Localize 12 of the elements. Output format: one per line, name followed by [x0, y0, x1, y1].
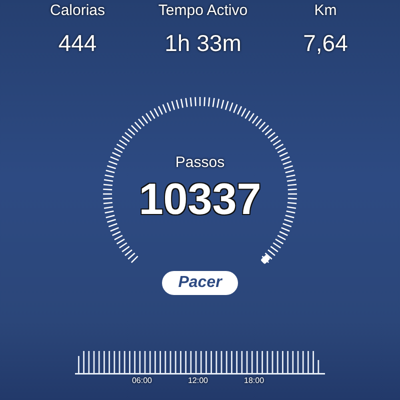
time-label: 06:00 — [132, 376, 152, 386]
stat-value: 1h 33m — [164, 29, 242, 57]
time-label: 12:00 — [188, 376, 208, 386]
stat-label: Km — [314, 2, 337, 20]
stat-label: Tempo Activo — [158, 2, 248, 20]
logo: Pacer — [162, 271, 238, 295]
stat-value: 444 — [58, 29, 97, 57]
stat-value: 7,64 — [303, 29, 348, 57]
steps-label: Passos — [175, 154, 225, 172]
stat-label: Calorias — [50, 2, 106, 20]
steps-count: 10337 — [138, 176, 262, 224]
time-label: 18:00 — [244, 376, 264, 386]
